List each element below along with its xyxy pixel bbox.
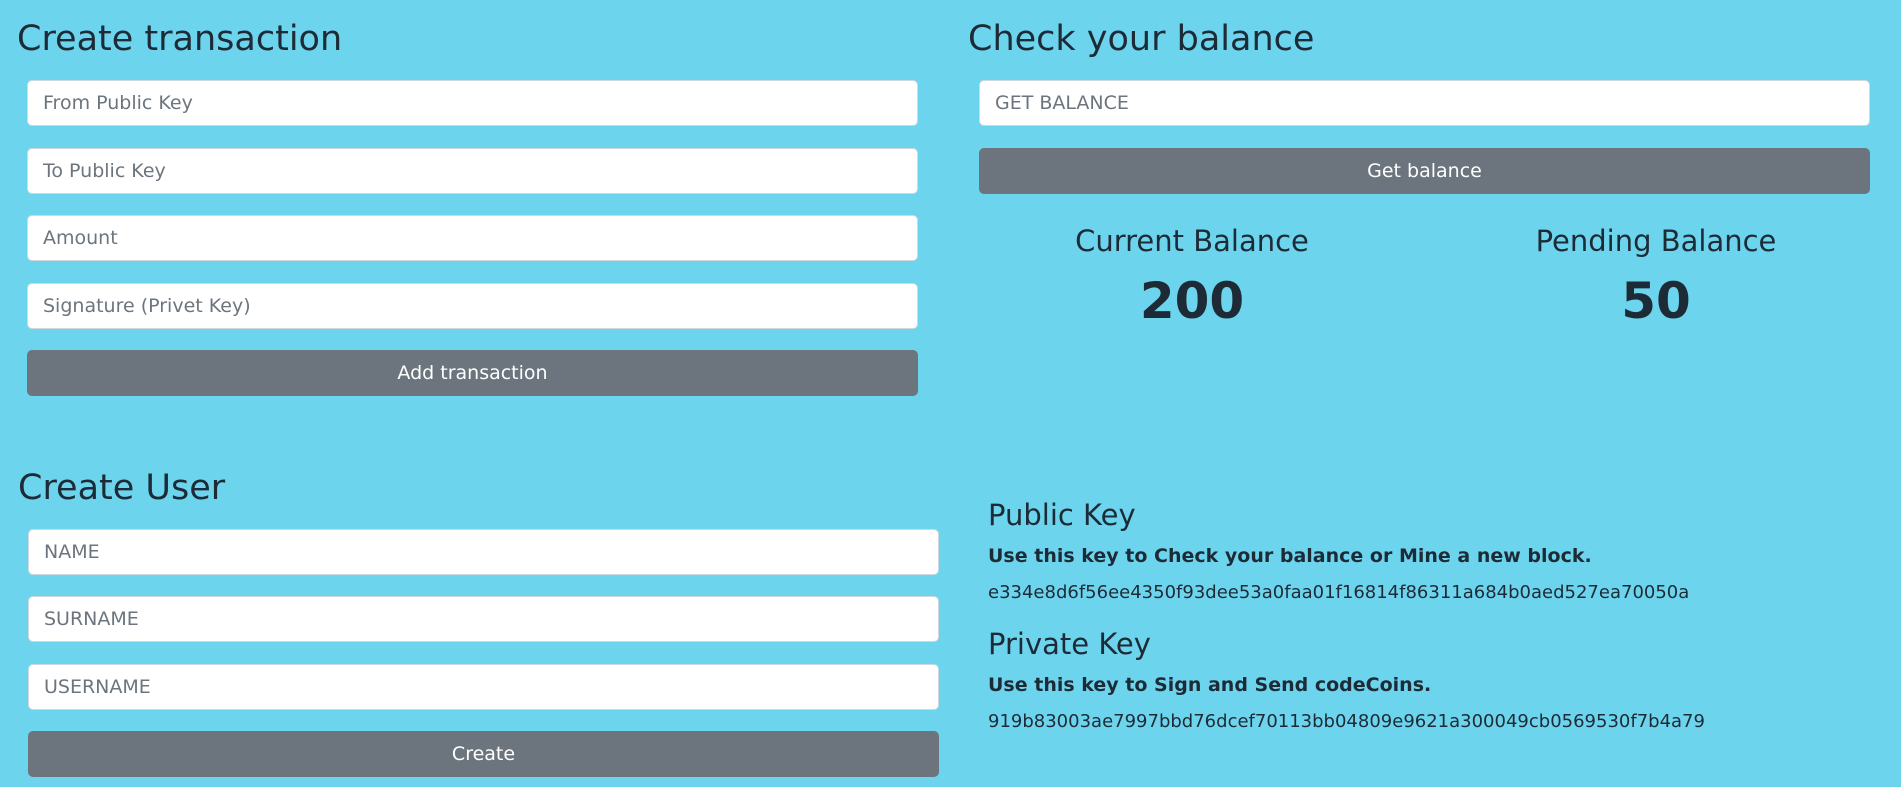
- create-transaction-title: Create transaction: [17, 19, 343, 59]
- get-balance-button[interactable]: Get balance: [979, 148, 1870, 194]
- current-balance-label: Current Balance: [1075, 224, 1309, 258]
- surname-input[interactable]: [28, 596, 939, 642]
- pending-balance-value: 50: [1621, 272, 1691, 330]
- create-user-button[interactable]: Create: [28, 731, 939, 777]
- amount-input[interactable]: [27, 215, 918, 261]
- current-balance-value: 200: [1139, 272, 1245, 330]
- from-public-key-input[interactable]: [27, 80, 918, 126]
- pending-balance-label: Pending Balance: [1535, 224, 1777, 258]
- check-balance-title: Check your balance: [968, 19, 1315, 59]
- signature-input[interactable]: [27, 283, 918, 329]
- public-key-value: e334e8d6f56ee4350f93dee53a0faa01f16814f8…: [988, 582, 1690, 603]
- name-input[interactable]: [28, 529, 939, 575]
- username-input[interactable]: [28, 664, 939, 710]
- public-key-description: Use this key to Check your balance or Mi…: [988, 545, 1592, 567]
- private-key-title: Private Key: [988, 627, 1151, 661]
- private-key-value: 919b83003ae7997bbd76dcef70113bb04809e962…: [988, 711, 1705, 732]
- to-public-key-input[interactable]: [27, 148, 918, 194]
- public-key-title: Public Key: [988, 498, 1136, 532]
- private-key-description: Use this key to Sign and Send codeCoins.: [988, 674, 1432, 696]
- create-user-title: Create User: [18, 468, 226, 508]
- get-balance-input[interactable]: [979, 80, 1870, 126]
- add-transaction-button[interactable]: Add transaction: [27, 350, 918, 396]
